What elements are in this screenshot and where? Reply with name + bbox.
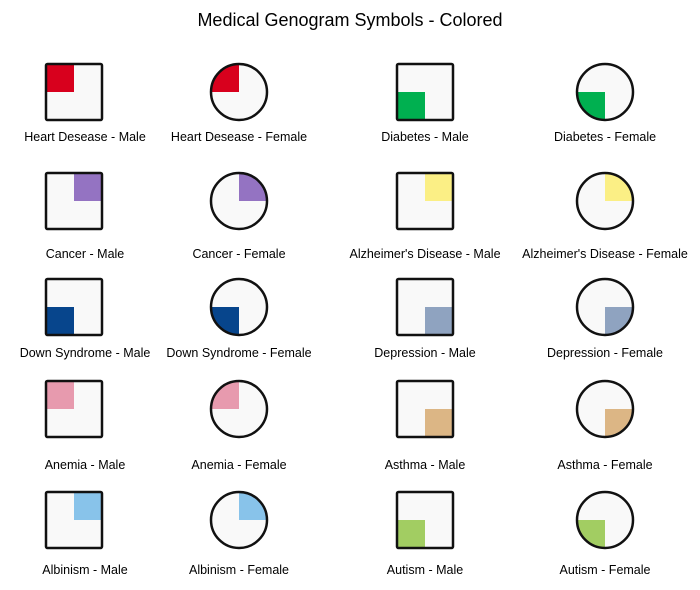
male-symbol-autism — [395, 490, 455, 550]
condition-quadrant — [397, 520, 425, 548]
female-symbol-heart-desease — [209, 62, 269, 122]
symbol-label: Anemia - Male — [44, 458, 126, 472]
symbol-label: Down Syndrome - Male — [19, 346, 151, 360]
symbol-label: Heart Desease - Male — [24, 130, 146, 144]
male-symbol-diabetes — [395, 62, 455, 122]
symbol-label: Cancer - Male — [45, 247, 125, 261]
female-symbol-albinism — [209, 490, 269, 550]
symbol-label: Asthma - Male — [384, 458, 466, 472]
condition-quadrant — [46, 64, 74, 92]
symbol-label: Alzheimer's Disease - Male — [349, 247, 501, 261]
symbol-label: Down Syndrome - Female — [166, 346, 312, 360]
female-symbol-diabetes — [575, 62, 635, 122]
female-symbol-cancer — [209, 171, 269, 231]
female-symbol-autism — [575, 490, 635, 550]
symbol-label: Autism - Male — [386, 563, 464, 577]
symbol-label: Albinism - Male — [42, 563, 128, 577]
male-symbol-heart-desease — [44, 62, 104, 122]
condition-quadrant — [46, 381, 74, 409]
female-symbol-down-syndrome — [209, 277, 269, 337]
symbol-label: Depression - Female — [546, 346, 664, 360]
symbol-label: Diabetes - Male — [381, 130, 469, 144]
symbol-label: Autism - Female — [559, 563, 651, 577]
condition-quadrant — [425, 173, 453, 201]
symbol-label: Diabetes - Female — [553, 130, 657, 144]
female-symbol-asthma — [575, 379, 635, 439]
symbol-label: Cancer - Female — [192, 247, 286, 261]
condition-quadrant — [425, 307, 453, 335]
condition-quadrant — [74, 173, 102, 201]
condition-quadrant — [397, 92, 425, 120]
male-symbol-asthma — [395, 379, 455, 439]
female-symbol-depression — [575, 277, 635, 337]
male-symbol-depression — [395, 277, 455, 337]
male-symbol-cancer — [44, 171, 104, 231]
symbol-label: Asthma - Female — [557, 458, 653, 472]
condition-quadrant — [46, 307, 74, 335]
male-symbol-alzheimer-s-disease — [395, 171, 455, 231]
genogram-symbol-grid — [44, 62, 635, 550]
symbol-label: Albinism - Female — [188, 563, 290, 577]
symbol-label: Heart Desease - Female — [170, 130, 308, 144]
condition-quadrant — [74, 492, 102, 520]
female-symbol-alzheimer-s-disease — [575, 171, 635, 231]
symbol-label: Alzheimer's Disease - Female — [522, 247, 688, 261]
symbol-label: Depression - Male — [374, 346, 476, 360]
male-symbol-anemia — [44, 379, 104, 439]
female-symbol-anemia — [209, 379, 269, 439]
male-symbol-down-syndrome — [44, 277, 104, 337]
symbol-label: Anemia - Female — [191, 458, 287, 472]
male-symbol-albinism — [44, 490, 104, 550]
condition-quadrant — [425, 409, 453, 437]
